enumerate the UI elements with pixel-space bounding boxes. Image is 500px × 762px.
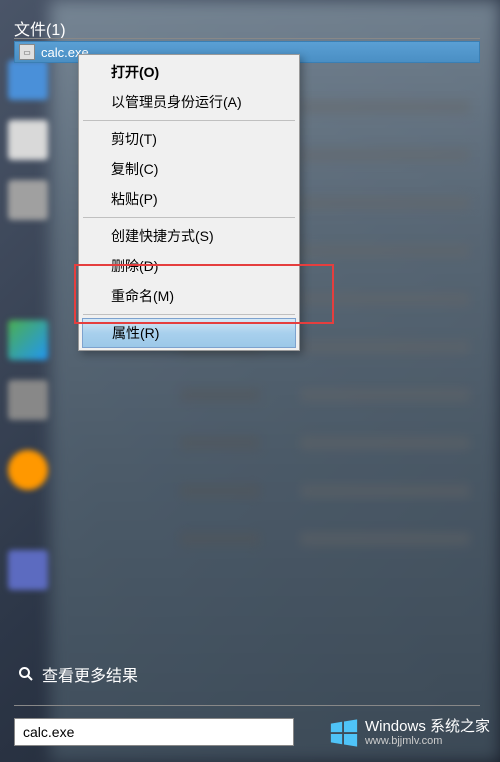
watermark-title: Windows 系统之家 bbox=[365, 719, 490, 736]
taskbar-icons bbox=[0, 0, 55, 762]
menu-separator bbox=[83, 217, 295, 218]
search-input[interactable]: calc.exe bbox=[14, 718, 294, 746]
menu-item-run-as-admin[interactable]: 以管理员身份运行(A) bbox=[81, 87, 297, 117]
file-icon: ▭ bbox=[19, 44, 35, 60]
menu-item-cut[interactable]: 剪切(T) bbox=[81, 124, 297, 154]
menu-separator bbox=[83, 314, 295, 315]
menu-item-open[interactable]: 打开(O) bbox=[81, 57, 297, 87]
menu-item-copy[interactable]: 复制(C) bbox=[81, 154, 297, 184]
menu-item-properties[interactable]: 属性(R) bbox=[82, 318, 296, 348]
context-menu: 打开(O) 以管理员身份运行(A) 剪切(T) 复制(C) 粘贴(P) 创建快捷… bbox=[78, 54, 300, 351]
watermark-url: www.bjjmlv.com bbox=[365, 735, 490, 747]
see-more-results[interactable]: 查看更多结果 bbox=[18, 662, 138, 686]
header-divider bbox=[14, 38, 480, 39]
see-more-label: 查看更多结果 bbox=[42, 662, 138, 686]
menu-item-create-shortcut[interactable]: 创建快捷方式(S) bbox=[81, 221, 297, 251]
menu-item-rename[interactable]: 重命名(M) bbox=[81, 281, 297, 311]
section-header: 文件(1) bbox=[14, 16, 66, 40]
watermark: Windows 系统之家 www.bjjmlv.com bbox=[329, 718, 490, 748]
menu-item-delete[interactable]: 删除(D) bbox=[81, 251, 297, 281]
search-divider bbox=[14, 705, 480, 706]
menu-separator bbox=[83, 120, 295, 121]
menu-item-paste[interactable]: 粘贴(P) bbox=[81, 184, 297, 214]
windows-logo-icon bbox=[329, 718, 359, 748]
search-icon bbox=[18, 666, 34, 682]
search-value: calc.exe bbox=[23, 724, 74, 740]
